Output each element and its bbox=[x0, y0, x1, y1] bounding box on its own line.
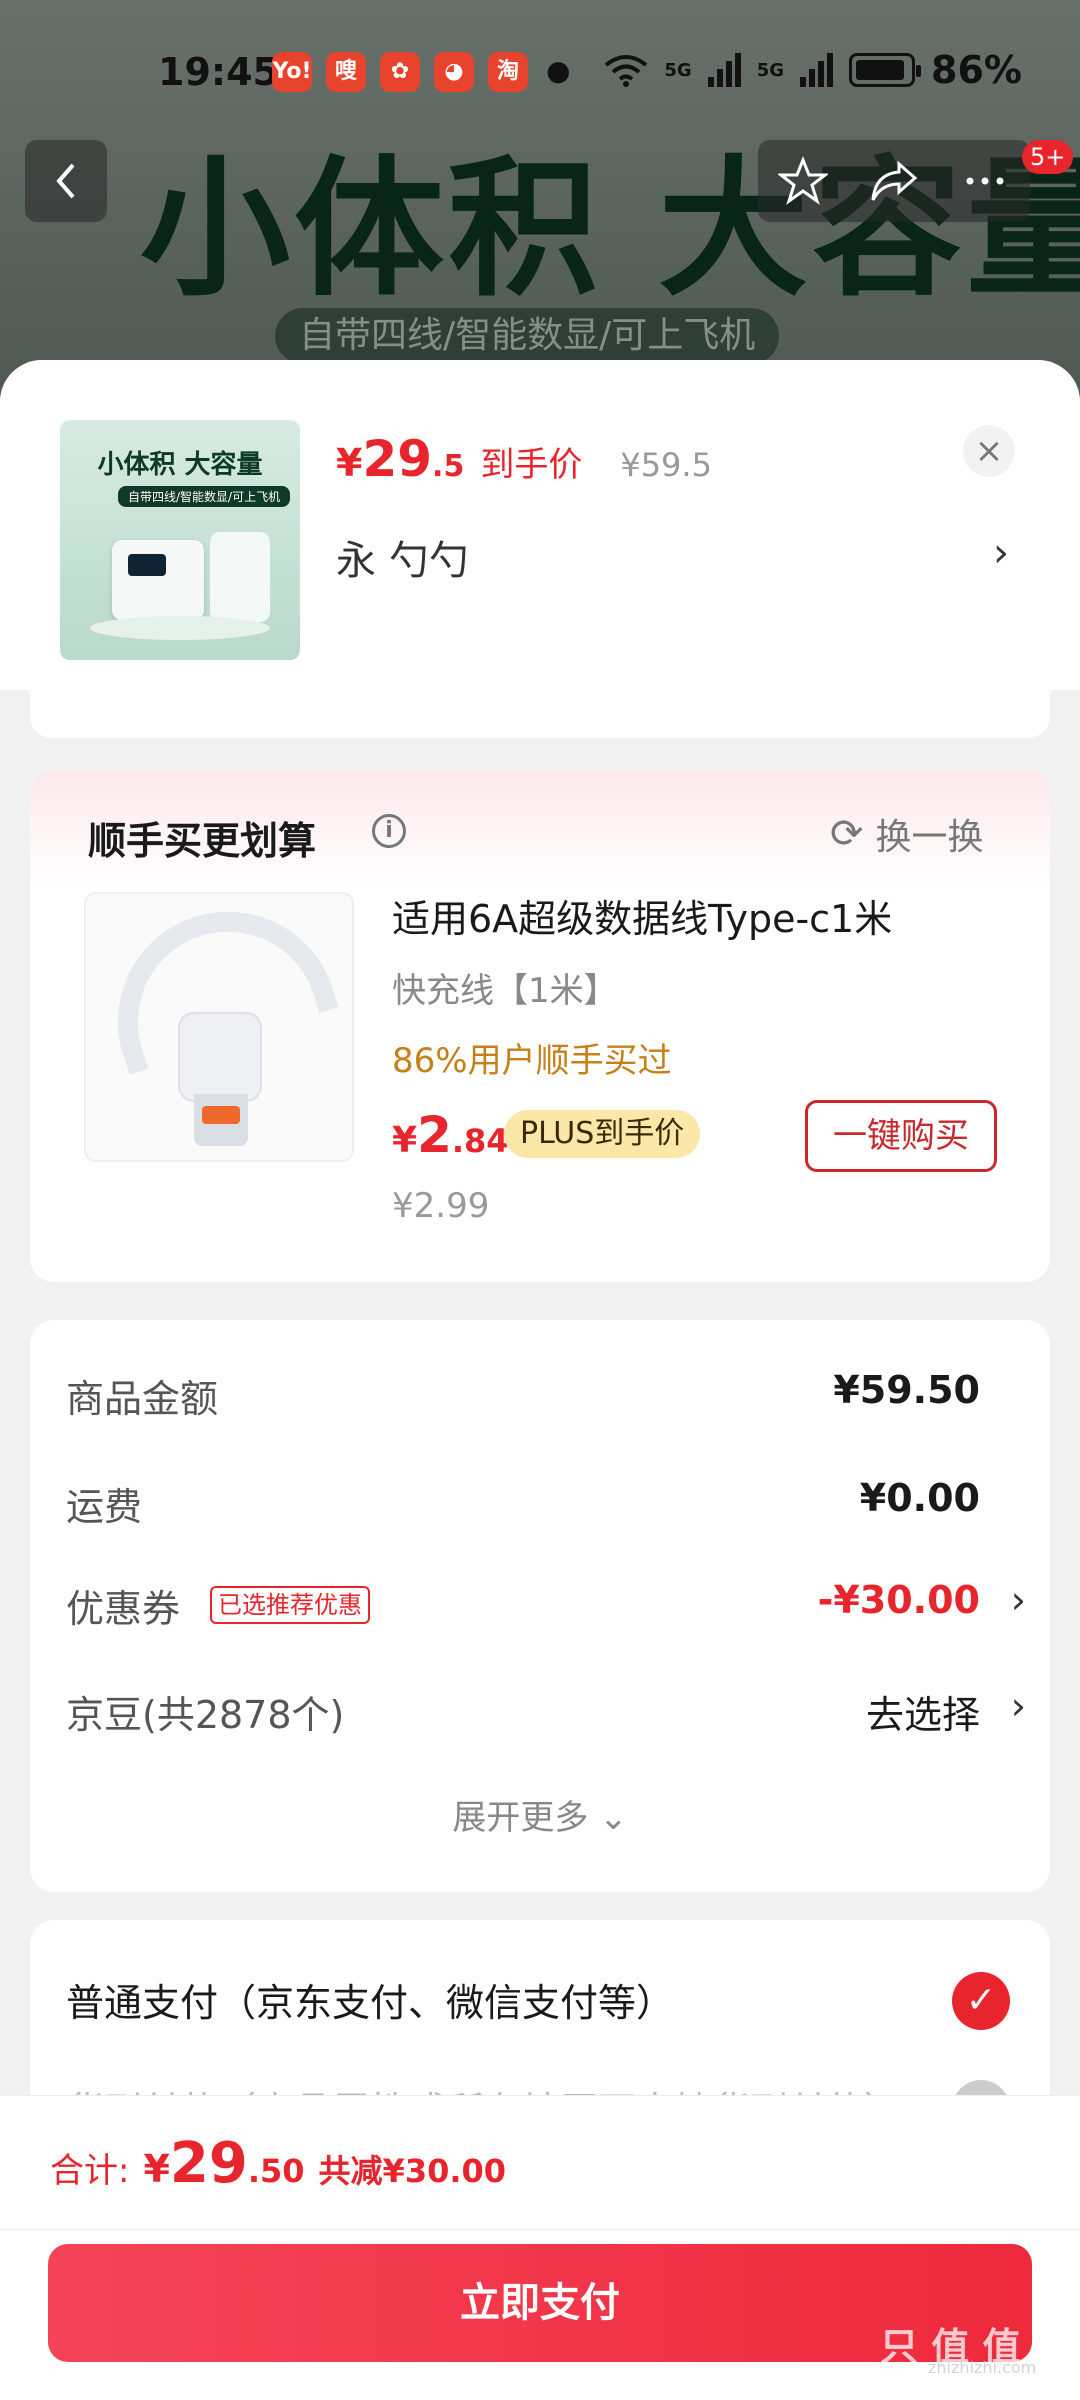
addon-price: ¥ 2 .84 bbox=[392, 1106, 509, 1164]
coupon-value: -¥30.00 bbox=[817, 1578, 980, 1622]
more-notifications-dot: ● bbox=[546, 54, 571, 87]
info-icon[interactable]: i bbox=[372, 814, 406, 848]
network-type: 5G bbox=[664, 59, 692, 81]
price-integer: 2 bbox=[417, 1106, 452, 1164]
shipping-label: 运费 bbox=[66, 1485, 143, 1529]
product-header: 小体积 大容量 自带四线/智能数显/可上飞机 ¥ 29 .5 到手价 ¥59.5… bbox=[0, 360, 1080, 690]
addon-product-spec: 快充线【1米】 bbox=[392, 971, 618, 1011]
total-decimal: .50 bbox=[247, 2152, 305, 2190]
product-thumbnail[interactable]: 小体积 大容量 自带四线/智能数显/可上飞机 bbox=[60, 420, 300, 660]
status-right: 5G 5G 86% bbox=[604, 48, 1022, 92]
watermark-url: zhizhizhi.com bbox=[928, 2358, 1037, 2377]
back-button[interactable] bbox=[25, 140, 107, 222]
nav-actions bbox=[758, 140, 1030, 222]
price-currency: ¥ bbox=[392, 1120, 418, 1161]
selected-spec[interactable]: 永 勺勺 bbox=[336, 528, 469, 586]
thumbnail-subtitle: 自带四线/智能数显/可上飞机 bbox=[118, 486, 291, 507]
header-card-bottom bbox=[30, 690, 1050, 738]
app-notification-icon: Yo! bbox=[272, 52, 312, 92]
price-decimal: .84 bbox=[451, 1122, 509, 1160]
addon-product-name[interactable]: 适用6A超级数据线Type-c1米 bbox=[392, 888, 892, 943]
jd-beans-row[interactable]: 京豆(共2878个) 去选择 › bbox=[66, 1676, 1026, 1737]
total-saved: 共减¥30.00 bbox=[318, 2152, 507, 2190]
checkout-bottom-bar: 合计: ¥ 29 .50 共减¥30.00 立即支付 只 值 值 zhizhiz… bbox=[0, 2095, 1080, 2400]
signal-icon bbox=[800, 53, 834, 87]
chevron-right-icon: › bbox=[1010, 1684, 1026, 1728]
addon-recommendation-card: 顺手买更划算 i ⟳ 换一换 适用6A超级数据线Type-c1米 快充线【1米】… bbox=[30, 770, 1050, 1282]
notification-icons: Yo! 嗖 ✿ ◕ 淘 bbox=[272, 52, 528, 92]
checkout-sheet: 小体积 大容量 自带四线/智能数显/可上飞机 ¥ 29 .5 到手价 ¥59.5… bbox=[0, 360, 1080, 2400]
wifi-icon bbox=[605, 55, 648, 87]
close-button[interactable]: × bbox=[963, 425, 1015, 477]
payment-option-normal[interactable]: 普通支付（京东支付、微信支付等） bbox=[66, 1972, 674, 2027]
addon-product-image[interactable] bbox=[84, 892, 354, 1162]
price-currency: ¥ bbox=[336, 441, 363, 485]
product-price: ¥ 29 .5 到手价 ¥59.5 bbox=[336, 430, 712, 488]
addon-purchase-stat: 86%用户顺手买过 bbox=[392, 1041, 672, 1081]
shipping-value: ¥0.00 bbox=[859, 1476, 980, 1520]
star-icon[interactable] bbox=[778, 156, 829, 206]
total-integer: 29 bbox=[169, 2131, 248, 2196]
addon-original-price: ¥2.99 bbox=[392, 1186, 490, 1226]
chevron-right-icon: › bbox=[1010, 1578, 1026, 1622]
original-price: ¥59.5 bbox=[620, 446, 712, 484]
jd-beans-label: 京豆(共2878个) bbox=[66, 1693, 345, 1737]
refresh-icon: ⟳ bbox=[830, 811, 864, 857]
refresh-button[interactable]: ⟳ 换一换 bbox=[830, 808, 984, 860]
fee-summary-card: 商品金额 ¥59.50 运费 ¥0.00 优惠券 已选推荐优惠 -¥30.00 … bbox=[30, 1320, 1050, 1892]
app-notification-icon: 嗖 bbox=[326, 52, 366, 92]
goods-amount-value: ¥59.50 bbox=[833, 1368, 980, 1412]
network-type: 5G bbox=[756, 59, 785, 81]
addon-title: 顺手买更划算 bbox=[88, 819, 317, 863]
app-notification-icon: ◕ bbox=[434, 52, 474, 92]
order-total: 合计: ¥ 29 .50 共减¥30.00 bbox=[50, 2131, 506, 2196]
more-icon[interactable] bbox=[960, 156, 1010, 206]
total-currency: ¥ bbox=[143, 2147, 170, 2191]
shipping-row: 运费 ¥0.00 bbox=[66, 1468, 1026, 1529]
refresh-label: 换一换 bbox=[875, 817, 984, 858]
goods-amount-label: 商品金额 bbox=[66, 1377, 219, 1421]
signal-icon bbox=[707, 53, 741, 87]
chevron-left-icon bbox=[56, 163, 75, 199]
battery-icon bbox=[849, 53, 922, 87]
jd-beans-value: 去选择 bbox=[865, 1693, 980, 1737]
thumbnail-title: 小体积 大容量 bbox=[97, 450, 263, 480]
total-label: 合计: bbox=[50, 2151, 130, 2191]
coupon-row[interactable]: 优惠券 已选推荐优惠 -¥30.00 › bbox=[66, 1570, 1026, 1631]
chevron-right-icon[interactable]: › bbox=[993, 530, 1009, 576]
check-icon[interactable]: ✓ bbox=[952, 1972, 1010, 2030]
price-label: 到手价 bbox=[480, 445, 583, 485]
app-notification-icon: 淘 bbox=[488, 52, 528, 92]
status-time: 19:45 bbox=[158, 50, 279, 94]
coupon-tag: 已选推荐优惠 bbox=[210, 1586, 370, 1624]
battery-percent: 86% bbox=[931, 48, 1022, 92]
coupon-label: 优惠券 bbox=[66, 1587, 181, 1631]
message-badge: 5+ bbox=[1022, 140, 1074, 174]
app-notification-icon: ✿ bbox=[380, 52, 420, 92]
price-integer: 29 bbox=[362, 430, 433, 488]
expand-more-button[interactable]: 展开更多 ⌄ bbox=[30, 1790, 1050, 1839]
share-icon[interactable] bbox=[869, 156, 919, 206]
goods-amount-row: 商品金额 ¥59.50 bbox=[66, 1360, 1026, 1421]
status-bar: 19:45 Yo! 嗖 ✿ ◕ 淘 ● 5G 5G 86% bbox=[0, 40, 1080, 104]
one-click-buy-button[interactable]: 一键购买 bbox=[805, 1100, 997, 1172]
plus-price-tag: PLUS到手价 bbox=[504, 1110, 701, 1158]
price-decimal: .5 bbox=[432, 449, 465, 484]
